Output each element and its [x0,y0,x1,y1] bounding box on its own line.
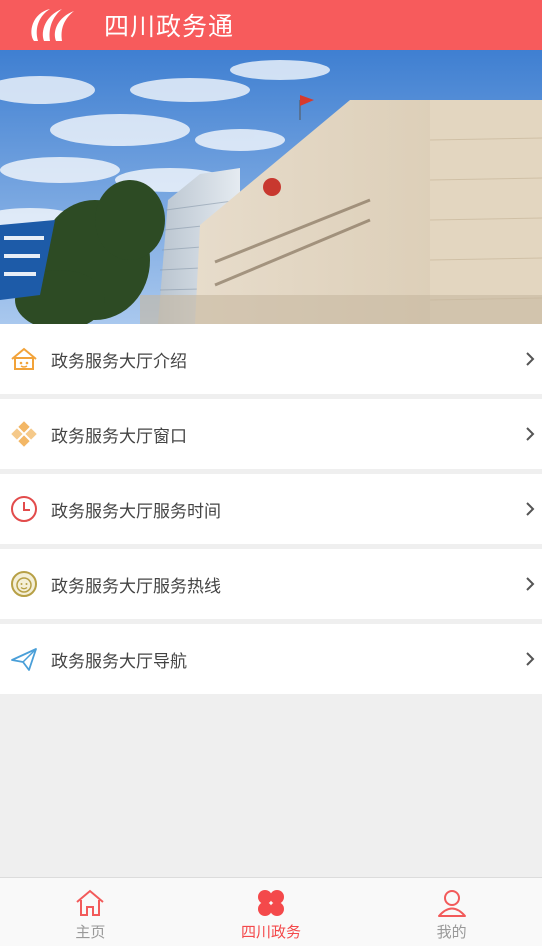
chevron-right-icon [526,427,535,441]
tab-sichuan-gov[interactable]: 四川政务 [181,878,362,946]
banner-photo [0,50,542,324]
bottom-tab-bar: 主页 四川政务 我的 [0,877,542,946]
chevron-right-icon [526,502,535,516]
tab-profile[interactable]: 我的 [361,878,542,946]
clover-icon [258,890,284,916]
menu-item-label: 政务服务大厅介绍 [51,351,187,372]
service-menu: 政务服务大厅介绍 政务服务大厅窗口 政务服务大厅服务时间 政务服务大厅服务热线 … [0,324,542,694]
app-title: 四川政务通 [104,12,235,41]
tab-home[interactable]: 主页 [0,878,181,946]
app-header: 四川政务通 [0,0,542,50]
menu-item-label: 政务服务大厅服务时间 [51,501,221,522]
menu-item-hall-intro[interactable]: 政务服务大厅介绍 [0,324,542,394]
user-icon [437,890,466,917]
menu-item-service-hotline[interactable]: 政务服务大厅服务热线 [0,549,542,619]
menu-item-hall-windows[interactable]: 政务服务大厅窗口 [0,399,542,469]
menu-item-service-hours[interactable]: 政务服务大厅服务时间 [0,474,542,544]
paper-plane-icon [9,644,39,674]
menu-item-label: 政务服务大厅窗口 [51,426,187,447]
chevron-right-icon [526,652,535,666]
tab-label: 四川政务 [241,923,302,941]
home-icon [76,889,104,916]
menu-item-label: 政务服务大厅服务热线 [51,576,221,597]
tab-label: 我的 [436,923,467,941]
banner-image [0,50,542,324]
house-icon [9,344,39,374]
swirl-logo-icon [31,9,74,41]
chevron-right-icon [526,577,535,591]
clock-icon [9,494,39,524]
tab-label: 主页 [75,923,106,941]
smiley-icon [9,569,39,599]
menu-item-label: 政务服务大厅导航 [51,651,187,672]
diamond-grid-icon [9,419,39,449]
chevron-right-icon [526,352,535,366]
menu-item-hall-navigation[interactable]: 政务服务大厅导航 [0,624,542,694]
